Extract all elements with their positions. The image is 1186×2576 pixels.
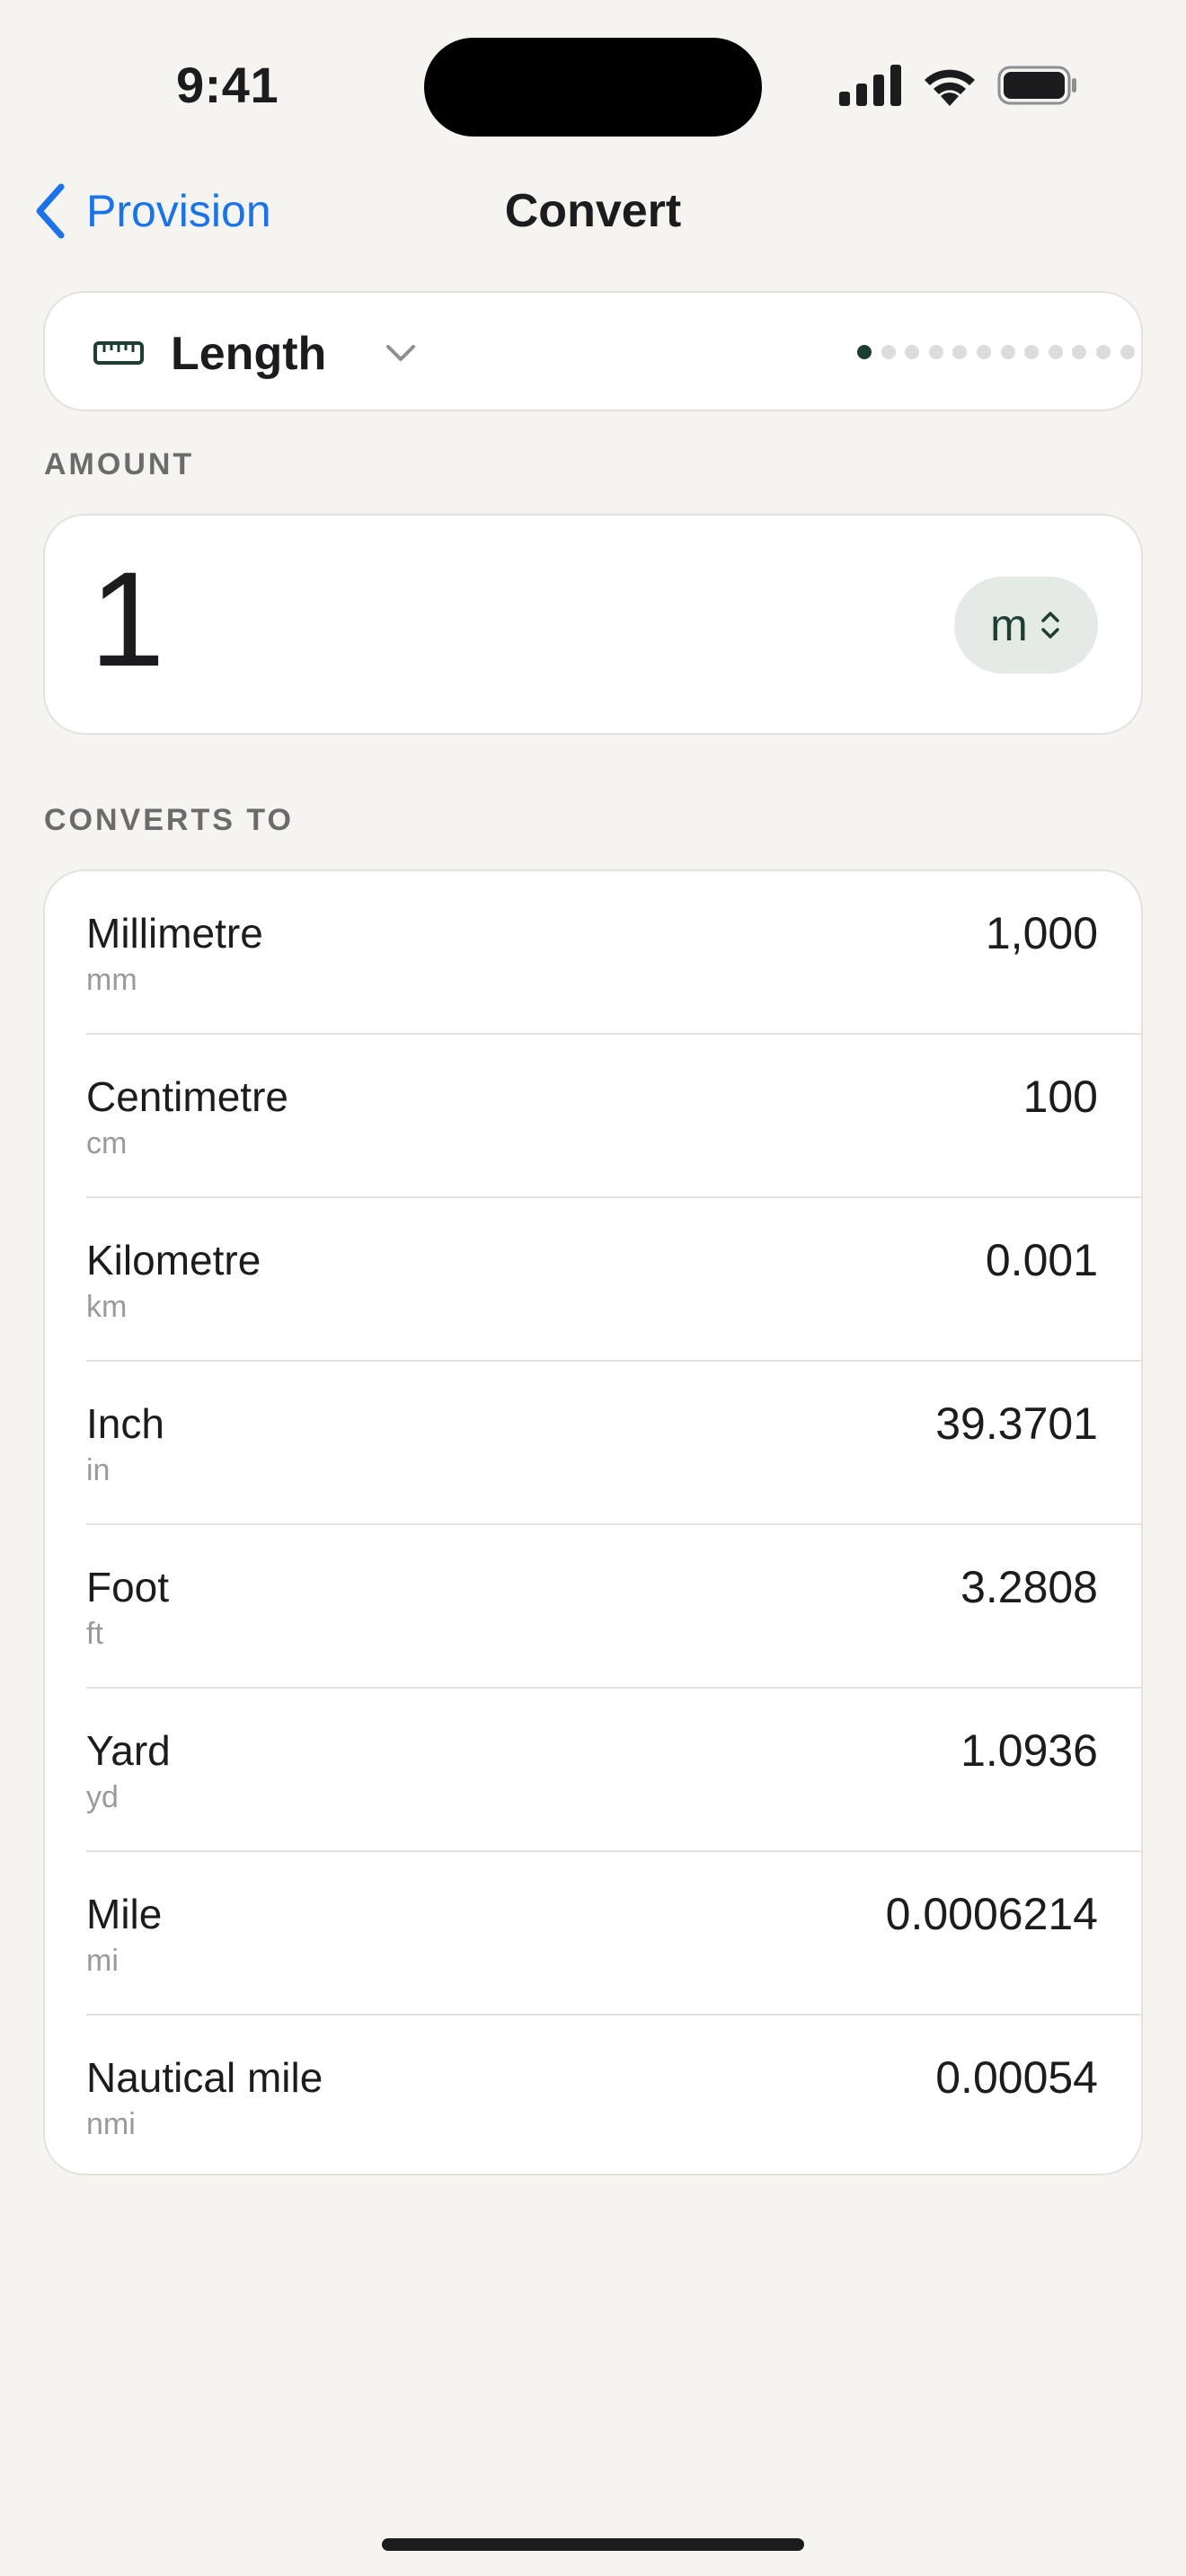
unit-name: Millimetre [86, 910, 263, 957]
unit-abbreviation: nmi [86, 2107, 136, 2141]
chevron-left-icon [36, 183, 65, 239]
category-page-indicator[interactable] [857, 345, 1144, 359]
conversion-row-nautical-mile[interactable]: Nautical mile nmi 0.00054 [86, 2016, 1141, 2174]
back-label: Provision [86, 186, 271, 236]
unit-name: Nautical mile [86, 2054, 323, 2101]
conversion-row-centimetre[interactable]: Centimetre cm 100 [86, 1035, 1141, 1198]
page-dot [881, 345, 896, 359]
chevron-up-down-icon [1041, 612, 1059, 639]
page-dot [1120, 345, 1135, 359]
converted-value: 0.00054 [935, 2052, 1098, 2103]
page-dot [1048, 345, 1063, 359]
unit-abbreviation: yd [86, 1780, 119, 1814]
converted-value: 1.0936 [960, 1725, 1098, 1776]
page-dot [976, 345, 991, 359]
page-dot [952, 345, 968, 359]
page-dot [905, 345, 920, 359]
dynamic-island [424, 38, 762, 137]
converted-value: 1,000 [985, 908, 1098, 958]
page-dot [928, 345, 943, 359]
back-button[interactable]: Provision [32, 180, 271, 243]
page-dot [1000, 345, 1015, 359]
page-dot [1072, 345, 1087, 359]
category-label: Length [171, 328, 327, 380]
unit-name: Foot [86, 1564, 170, 1610]
unit-abbreviation: km [86, 1290, 128, 1324]
unit-abbreviation: in [86, 1453, 111, 1487]
page-dot [857, 345, 872, 359]
status-time: 9:41 [176, 57, 279, 113]
converted-value: 39.3701 [935, 1398, 1098, 1449]
unit-abbreviation: mm [86, 963, 137, 997]
conversion-list: Millimetre mm 1,000 Centimetre cm 100 Ki… [43, 869, 1143, 2175]
converted-value: 0.001 [985, 1235, 1098, 1285]
unit-label: m [990, 600, 1028, 650]
page-dot [1095, 345, 1111, 359]
nav-bar: Provision Convert [0, 180, 1186, 243]
unit-picker-button[interactable]: m [954, 577, 1098, 674]
conversion-row-inch[interactable]: Inch in 39.3701 [86, 1362, 1141, 1525]
signal-icon [839, 65, 901, 106]
converted-value: 100 [1022, 1072, 1098, 1122]
conversion-row-kilometre[interactable]: Kilometre km 0.001 [86, 1198, 1141, 1362]
unit-name: Yard [86, 1727, 171, 1774]
converted-value: 3.2808 [960, 1562, 1098, 1612]
convert-screen: 9:41 Provision Convert Length AMOUNT 1 m… [0, 0, 1186, 2576]
category-selector[interactable]: Length [43, 291, 1143, 411]
unit-abbreviation: mi [86, 1944, 119, 1978]
chevron-down-icon [386, 345, 415, 361]
status-icons [839, 65, 1078, 106]
conversion-row-mile[interactable]: Mile mi 0.0006214 [86, 1852, 1141, 2016]
conversion-row-foot[interactable]: Foot ft 3.2808 [86, 1525, 1141, 1689]
amount-card: 1 m [43, 514, 1143, 735]
unit-abbreviation: ft [86, 1617, 103, 1651]
conversion-row-yard[interactable]: Yard yd 1.0936 [86, 1689, 1141, 1852]
ruler-icon [93, 341, 144, 365]
converted-value: 0.0006214 [885, 1889, 1098, 1939]
page-dot [1024, 345, 1040, 359]
unit-name: Kilometre [86, 1237, 261, 1284]
unit-name: Centimetre [86, 1073, 288, 1120]
amount-section-label: AMOUNT [44, 447, 195, 481]
converts-to-section-label: CONVERTS TO [44, 803, 294, 837]
amount-input[interactable]: 1 [90, 551, 164, 686]
unit-name: Mile [86, 1891, 163, 1937]
battery-icon [997, 66, 1076, 105]
unit-name: Inch [86, 1400, 164, 1447]
unit-abbreviation: cm [86, 1126, 128, 1160]
wifi-icon [925, 69, 975, 106]
home-indicator[interactable] [382, 2538, 804, 2551]
conversion-row-millimetre[interactable]: Millimetre mm 1,000 [86, 871, 1141, 1035]
